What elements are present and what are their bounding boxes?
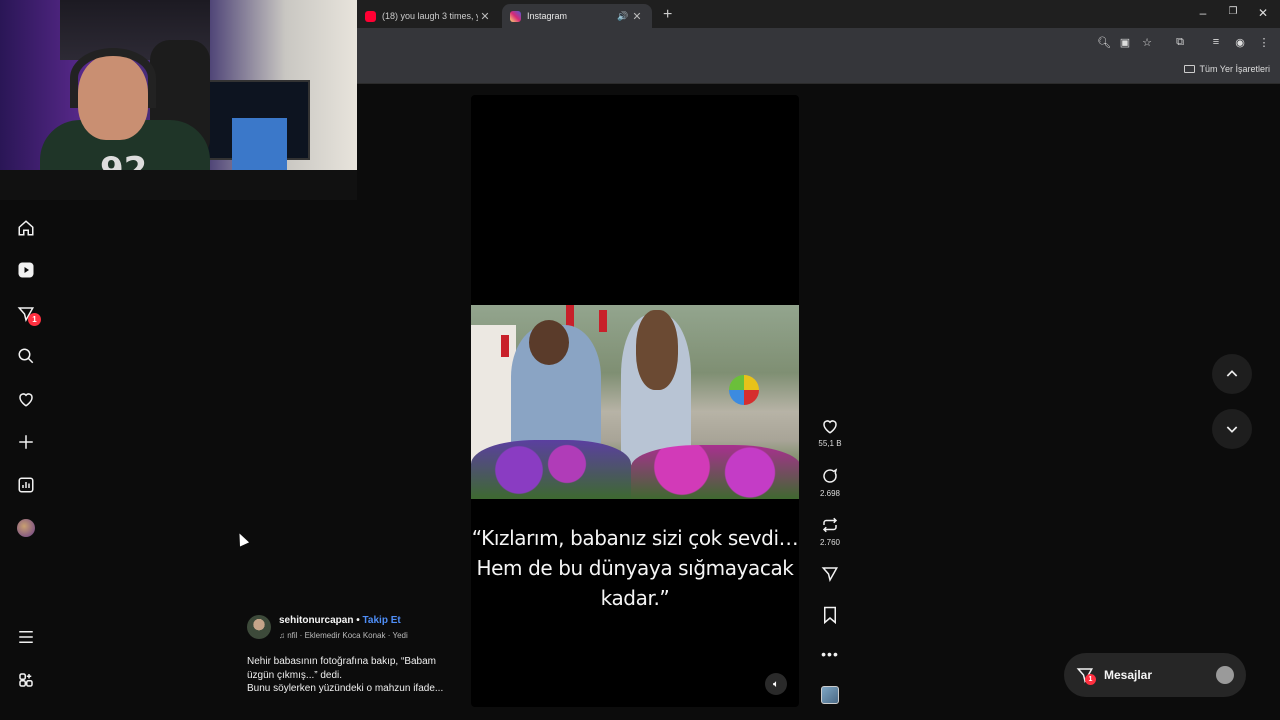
more-options[interactable]: ••• xyxy=(810,643,850,665)
webcam-headset xyxy=(70,48,156,108)
youtube-favicon-icon xyxy=(365,10,376,22)
author-username[interactable]: sehitonurcapan xyxy=(279,615,353,626)
caption-line: Nehir babasının fotoğrafına bakıp, “Baba… xyxy=(247,656,437,667)
send-icon[interactable] xyxy=(810,563,850,585)
follow-button[interactable]: Takip Et xyxy=(363,615,401,626)
new-tab-button[interactable]: + xyxy=(663,6,672,24)
like-count: 55,1 B xyxy=(818,439,842,448)
audio-track[interactable]: ♫ nfil · Eklemedir Koca Konak · Yedi xyxy=(279,631,408,640)
restore-icon[interactable]: ❐ xyxy=(1223,6,1243,17)
repost-action[interactable]: 2.760 xyxy=(810,514,850,547)
tab-title: (18) you laugh 3 times, you lose xyxy=(382,11,478,21)
minimize-icon[interactable]: – xyxy=(1193,6,1213,20)
quote-line: Hem de bu dünyaya sığmayacak xyxy=(476,556,794,580)
folder-icon xyxy=(1184,65,1196,73)
messages-label: Mesajlar xyxy=(1104,668,1153,682)
close-window-icon[interactable]: ✕ xyxy=(1253,6,1273,20)
caption-line: Bunu söylerken yüzündeki o mahzun ifade.… xyxy=(247,683,444,694)
flowers xyxy=(631,445,799,499)
bookmark-icon[interactable] xyxy=(810,604,850,626)
music-note-icon: ♫ xyxy=(279,631,288,640)
send-icon: 1 xyxy=(1076,666,1096,685)
menu-icon[interactable] xyxy=(16,627,36,647)
webcam-desk xyxy=(0,170,357,200)
cast-icon[interactable]: ▣ xyxy=(1117,36,1133,49)
reel-quote: “Kızlarım, babanız sizi çok sevdi… Hem d… xyxy=(471,523,799,613)
reel-photo xyxy=(471,305,799,499)
browser-tab-bar: (18) you laugh 3 times, you lose ✕ Insta… xyxy=(357,0,1280,28)
flag xyxy=(501,335,509,357)
bookmarks-bar: Tüm Yer İşaretleri xyxy=(357,58,1280,84)
instagram-favicon-icon xyxy=(510,10,521,22)
comment-action[interactable]: 2.698 xyxy=(810,465,850,498)
search-icon[interactable] xyxy=(16,346,36,366)
tab-title: Instagram xyxy=(527,11,568,21)
chevron-up-icon xyxy=(1226,370,1238,377)
message-avatar xyxy=(1216,666,1234,684)
media-control-icon[interactable]: ≡ xyxy=(1208,36,1224,48)
heart-icon[interactable] xyxy=(16,389,36,409)
volume-icon[interactable]: 🔈︎ xyxy=(765,673,787,695)
separator: • xyxy=(356,615,360,626)
more-dots-icon[interactable]: ••• xyxy=(810,643,850,665)
next-reel-button[interactable] xyxy=(1212,409,1252,449)
browser-tab-youtube[interactable]: (18) you laugh 3 times, you lose ✕ xyxy=(357,4,500,28)
pinwheel xyxy=(729,375,759,405)
messages-badge: 1 xyxy=(28,313,41,326)
share-action[interactable] xyxy=(810,563,850,585)
previous-reel-button[interactable] xyxy=(1212,354,1252,394)
dashboard-icon[interactable] xyxy=(16,475,36,495)
browser-tab-instagram[interactable]: Instagram 🔊 ✕ xyxy=(502,4,652,28)
all-bookmarks-label: Tüm Yer İşaretleri xyxy=(1199,64,1270,74)
like-action[interactable]: 55,1 B xyxy=(810,415,850,448)
caption-line: üzgün çıkmış...” dedi. xyxy=(247,669,343,681)
girl-left-hair xyxy=(529,320,569,365)
all-bookmarks-button[interactable]: Tüm Yer İşaretleri xyxy=(1184,64,1270,74)
close-tab-icon[interactable]: ✕ xyxy=(478,10,492,23)
home-icon[interactable] xyxy=(16,218,36,238)
close-tab-icon[interactable]: ✕ xyxy=(630,10,644,23)
comment-count: 2.698 xyxy=(819,489,841,498)
heart-icon[interactable] xyxy=(810,415,850,437)
mouse-cursor-icon xyxy=(234,531,250,547)
audio-label: nfil · Eklemedir Koca Konak · Yedi xyxy=(287,631,408,640)
zoom-icon[interactable]: 🔍︎ xyxy=(1096,36,1112,49)
browser-menu-icon[interactable]: ⋮ xyxy=(1256,36,1272,49)
chevron-down-icon xyxy=(1226,426,1238,433)
reels-icon[interactable] xyxy=(16,260,36,280)
quote-line: kadar.” xyxy=(600,586,670,610)
bookmark-star-icon[interactable]: ☆ xyxy=(1139,36,1155,49)
reel-video[interactable]: “Kızlarım, babanız sizi çok sevdi… Hem d… xyxy=(471,95,799,707)
author-line: sehitonurcapan • Takip Et xyxy=(279,615,401,626)
profile-avatar[interactable] xyxy=(16,518,36,538)
threads-icon[interactable] xyxy=(16,670,36,690)
repost-count: 2.760 xyxy=(819,538,841,547)
author-avatar[interactable] xyxy=(247,615,271,639)
comment-icon[interactable] xyxy=(810,465,850,487)
flag xyxy=(599,310,607,332)
profile-avatar-icon[interactable]: ◉ xyxy=(1232,36,1248,49)
quote-line: “Kızlarım, babanız sizi çok sevdi… xyxy=(471,526,799,550)
messages-pill-badge: 1 xyxy=(1085,674,1096,685)
webcam-box xyxy=(232,118,287,178)
tab-audio-icon[interactable]: 🔊 xyxy=(616,11,630,22)
flowers xyxy=(471,440,631,499)
repost-icon[interactable] xyxy=(810,514,850,536)
reel-caption[interactable]: Nehir babasının fotoğrafına bakıp, “Baba… xyxy=(247,655,467,696)
save-action[interactable] xyxy=(810,604,850,626)
extensions-icon[interactable]: ⧉ xyxy=(1172,36,1188,49)
address-bar[interactable]: 🔍︎ ▣ ☆ ⧉ ≡ ◉ ⋮ xyxy=(357,28,1280,58)
messages-button[interactable]: 1 Mesajlar xyxy=(1064,653,1246,697)
webcam-overlay: 92 xyxy=(0,0,357,200)
girl-right-hair xyxy=(636,310,678,390)
plus-icon[interactable] xyxy=(16,432,36,452)
audio-cover-icon[interactable] xyxy=(810,684,850,706)
flag xyxy=(566,305,574,327)
audio-thumbnail[interactable] xyxy=(810,684,850,706)
